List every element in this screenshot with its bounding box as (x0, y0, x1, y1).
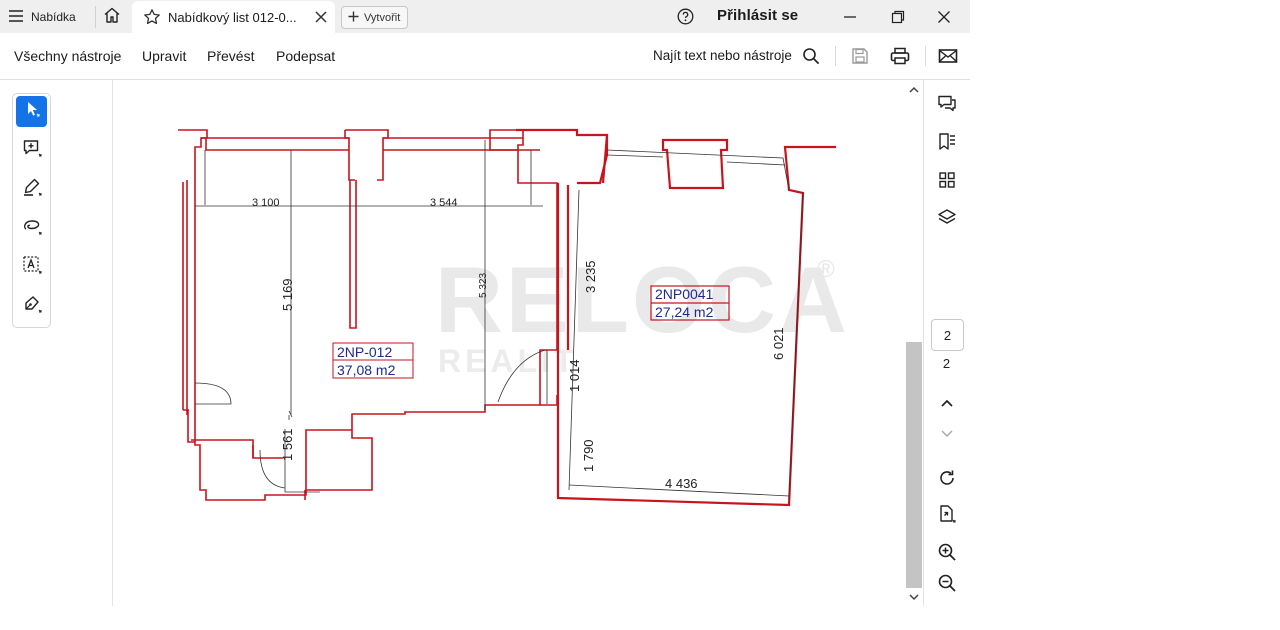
page-total: 2 (942, 356, 951, 371)
plus-icon (348, 11, 359, 25)
page-number-input[interactable]: 2 (931, 319, 964, 351)
left-tool-panel (0, 80, 113, 606)
edit-menu[interactable]: Upravit (142, 48, 186, 64)
hamburger-icon (8, 9, 24, 26)
dimension-label: 1 790 (581, 439, 596, 472)
room-code: 2NP0041 (655, 286, 714, 302)
scrollbar-thumb[interactable] (906, 342, 922, 588)
help-icon[interactable] (677, 8, 694, 25)
sign-menu[interactable]: Podepsat (276, 48, 335, 64)
create-button[interactable]: Vytvořit (341, 6, 409, 29)
highlight-pen-icon (22, 177, 42, 202)
zoom-in-icon[interactable] (936, 541, 958, 563)
comments-icon[interactable] (936, 93, 958, 115)
star-icon[interactable] (142, 7, 162, 27)
document-canvas[interactable]: RELOCA ® REALIT 3 100 3 544 5 169 5 323 … (113, 80, 856, 606)
bookmarks-icon[interactable] (936, 131, 958, 153)
print-icon[interactable] (889, 45, 911, 67)
scroll-up-icon[interactable] (908, 84, 920, 96)
sign-in-link[interactable]: Přihlásit se (717, 7, 798, 24)
create-label: Vytvořit (364, 11, 401, 24)
menu-button[interactable]: Nabídka (8, 4, 76, 30)
main-toolbar: Všechny nástroje Upravit Převést Podepsa… (0, 33, 970, 80)
rotate-icon[interactable] (936, 467, 958, 489)
restore-icon[interactable] (887, 6, 909, 28)
watermark-registered-mark: ® (817, 256, 835, 283)
mail-icon[interactable] (937, 45, 959, 67)
menu-label: Nabídka (31, 10, 76, 24)
watermark-logo: RELOCA (435, 247, 850, 352)
quick-tools-rail (12, 93, 51, 328)
divider (925, 46, 926, 66)
add-comment-tool[interactable] (16, 135, 47, 166)
search-icon[interactable] (800, 45, 822, 67)
dimension-label: 3 235 (583, 260, 598, 293)
home-button[interactable] (100, 4, 124, 30)
page-down-icon[interactable] (936, 423, 958, 445)
dimension-label: 4 436 (665, 476, 698, 491)
tab-title: Nabídkový list 012-0... (168, 9, 297, 25)
minimize-icon[interactable] (839, 6, 861, 28)
document-tab[interactable]: Nabídkový list 012-0... (132, 1, 335, 33)
convert-menu[interactable]: Převést (207, 48, 254, 64)
select-cursor-icon (23, 100, 41, 123)
room-area: 27,24 m2 (655, 304, 714, 320)
layers-icon[interactable] (936, 207, 958, 229)
text-select-tool[interactable] (16, 252, 47, 283)
right-side-panel: 2 2 (923, 80, 971, 606)
window-close-icon[interactable] (933, 6, 955, 28)
dimension-label: 3 100 (252, 197, 280, 209)
zoom-out-icon[interactable] (936, 572, 958, 594)
draw-tool[interactable] (16, 213, 47, 244)
status-strip (0, 606, 970, 630)
find-tools-label[interactable]: Najít text nebo nástroje (653, 48, 792, 63)
fill-sign-tool[interactable] (16, 291, 47, 322)
dimension-label: 3 544 (430, 197, 458, 209)
lasso-draw-icon (22, 216, 42, 241)
divider (835, 46, 836, 66)
dimension-label: 1 561 (280, 428, 295, 461)
highlight-tool[interactable] (16, 174, 47, 205)
room-label-2np-012: 2NP-012 37,08 m2 (332, 342, 414, 379)
title-bar: Nabídka Nabídkový list 012-0... Vytvořit (0, 0, 970, 33)
divider (95, 6, 96, 28)
vertical-scrollbar[interactable] (905, 80, 923, 606)
dimension-label: 5 323 (478, 273, 489, 298)
home-icon (103, 6, 121, 29)
dimension-label: 6 021 (771, 327, 786, 360)
room-code: 2NP-012 (337, 344, 392, 360)
floor-plan-drawing: RELOCA ® REALIT 3 100 3 544 5 169 5 323 … (178, 128, 850, 507)
text-select-icon (22, 255, 42, 280)
extract-page-icon[interactable] (936, 503, 958, 525)
dimension-label: 1 014 (567, 359, 582, 392)
dimension-label: 5 169 (280, 278, 295, 311)
thumbnails-icon[interactable] (936, 169, 958, 191)
fill-sign-icon (22, 294, 42, 319)
room-area: 37,08 m2 (337, 362, 396, 378)
select-tool[interactable] (16, 96, 47, 127)
save-icon[interactable] (849, 45, 871, 67)
add-comment-icon (22, 138, 42, 163)
pdf-viewer-window: Nabídka Nabídkový list 012-0... Vytvořit (0, 0, 971, 630)
close-icon[interactable] (313, 9, 329, 25)
all-tools-menu[interactable]: Všechny nástroje (14, 48, 121, 64)
scroll-down-icon[interactable] (908, 591, 920, 603)
page-up-icon[interactable] (936, 392, 958, 414)
